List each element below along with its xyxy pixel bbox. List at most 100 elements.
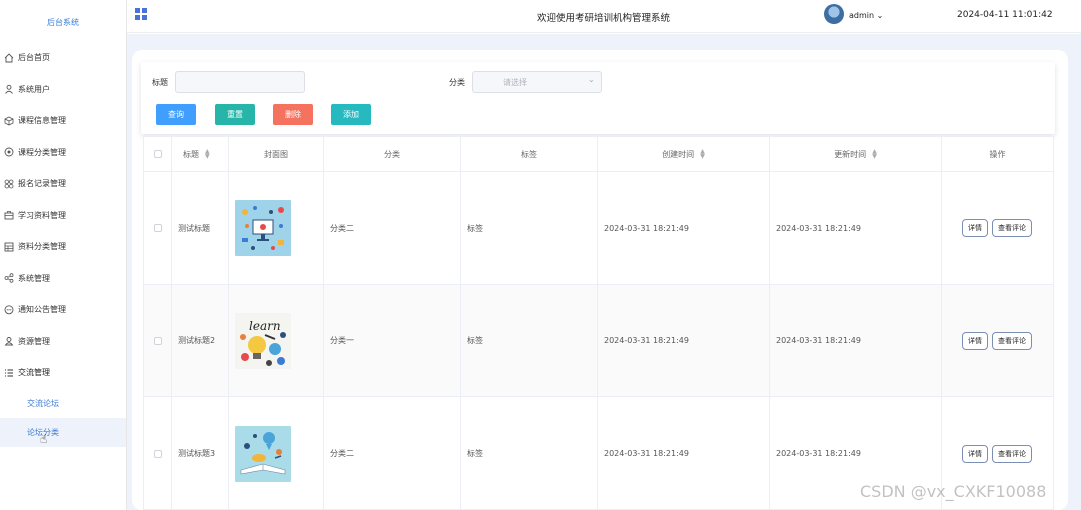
tag-cell: 标签 [461,172,598,284]
sidebar-subitem-forum[interactable]: 交流论坛 [0,389,126,418]
watermark: CSDN @vx_CXKF10088 [860,482,1047,501]
sidebar-item-system[interactable]: 系统管理 [0,263,126,295]
sidebar-item-exchange[interactable]: 交流管理 [0,357,126,389]
title-cell: 测试标题2 [172,285,229,396]
col-created[interactable]: 创建时间 ▲ ▼ [598,137,770,171]
view-comments-button[interactable]: 查看评论 [992,331,1032,350]
sidebar-item-notice[interactable]: 通知公告管理 [0,294,126,326]
brand-title: 后台系统 [47,18,79,27]
updated-cell: 2024-03-31 18:21:49 [770,285,942,396]
col-title[interactable]: 标题 ▲ ▼ [172,137,229,171]
data-table: 标题 ▲ ▼ 封面图 分类 标签 创建时间 ▲ ▼ 更新时间 ▲ ▼ 操作 测试标题 分类二… [143,136,1054,510]
sidebar-item-label: 报名记录管理 [18,179,66,189]
sidebar-item-label: 通知公告管理 [18,305,66,315]
select-all-cell [144,137,172,171]
sidebar-item-home[interactable]: 后台首页 [0,42,126,74]
select-all-checkbox[interactable] [153,150,162,158]
col-cover-label: 封面图 [264,149,288,159]
updated-cell: 2024-03-31 18:21:49 [770,172,942,284]
person-icon [4,336,14,346]
view-comments-button[interactable]: 查看评论 [992,444,1032,463]
actions-cell: 详情 查看评论 [942,285,1053,396]
col-tag: 标签 [461,137,598,171]
delete-button[interactable]: 删除 [273,104,313,125]
menu-toggle-icon[interactable] [135,8,147,20]
cover-image-lettering: learn [249,318,281,333]
table-header: 标题 ▲ ▼ 封面图 分类 标签 创建时间 ▲ ▼ 更新时间 ▲ ▼ 操作 [144,137,1053,172]
created-cell: 2024-03-31 18:21:49 [598,172,770,284]
col-updated[interactable]: 更新时间 ▲ ▼ [770,137,942,171]
view-comments-button[interactable]: 查看评论 [992,219,1032,237]
cover-image [235,425,291,482]
chat-icon [4,305,14,315]
category-cell: 分类二 [324,397,461,510]
avatar[interactable] [824,4,844,24]
cover-image: learn [235,312,291,369]
row-checkbox[interactable] [153,224,162,232]
sidebar-subitem-forum-category[interactable]: 论坛分类 [0,417,126,447]
detail-button[interactable]: 详情 [962,331,988,350]
created-cell: 2024-03-31 18:21:49 [598,285,770,396]
col-actions: 操作 [942,137,1053,171]
sidebar-item-label: 系统管理 [18,273,50,283]
col-created-label: 创建时间 [662,149,695,159]
col-tag-label: 标签 [521,149,537,159]
system-title: 欢迎使用考研培训机构管理系统 [537,13,671,24]
share-icon [4,273,14,283]
title-cell: 测试标题3 [172,397,229,510]
cover-cell [229,172,324,284]
category-cell: 分类一 [324,285,461,396]
sidebar-item-enrollment[interactable]: 报名记录管理 [0,168,126,200]
reset-button[interactable]: 重置 [215,104,255,125]
sort-icon: ▲ ▼ [700,148,705,160]
title-label: 标题 [152,78,168,87]
col-category: 分类 [324,137,461,171]
title-cell: 测试标题 [172,172,229,284]
chevron-down-icon: ⌄ [588,75,595,84]
sidebar-item-label: 资料分类管理 [18,242,66,252]
col-actions-label: 操作 [989,149,1006,159]
sidebar-item-material-category[interactable]: 资料分类管理 [0,231,126,263]
sidebar-item-users[interactable]: 系统用户 [0,74,126,106]
category-placeholder: 请选择 [503,78,527,87]
briefcase-icon [4,210,14,220]
table-icon [4,242,14,252]
sidebar-item-course-info[interactable]: 课程信息管理 [0,105,126,137]
row-checkbox[interactable] [153,336,162,345]
add-button[interactable]: 添加 [331,104,371,125]
tag-cell: 标签 [461,285,598,396]
sidebar-item-study-material[interactable]: 学习资料管理 [0,200,126,232]
category-select[interactable] [472,71,602,93]
grid-icon [4,179,14,189]
col-cover: 封面图 [229,137,324,171]
cube-icon [4,116,14,126]
col-title-label: 标题 [183,149,199,159]
detail-button[interactable]: 详情 [962,219,988,237]
actions-cell: 详情 查看评论 [942,172,1053,284]
col-updated-label: 更新时间 [834,149,867,159]
sidebar-menu: 后台首页 系统用户 课程信息管理 课程分类管理 报名记录管理 学习资料管理 资料… [0,42,126,389]
row-checkbox[interactable] [153,449,162,458]
detail-button[interactable]: 详情 [962,444,988,463]
list-icon [4,368,14,378]
row-select-cell [144,172,172,284]
sidebar-item-course-category[interactable]: 课程分类管理 [0,137,126,169]
table-row: 测试标题2 learn 分类一 标签 2024-03-31 18:21:49 2… [144,285,1053,397]
home-icon [4,53,14,63]
cover-image [235,200,291,256]
target-icon [4,147,14,157]
sidebar: 后台系统 后台首页 系统用户 课程信息管理 课程分类管理 报名记录管理 学习资料… [0,0,127,510]
hand-cursor-icon: ☝ [40,432,48,446]
title-input[interactable] [175,71,305,93]
user-menu[interactable]: admin ⌄ [849,11,883,20]
query-button[interactable]: 查询 [156,104,196,125]
sort-icon: ▲ ▼ [205,148,210,160]
sidebar-item-label: 交流管理 [18,368,50,378]
search-panel: 标题 分类 请选择 ⌄ 查询 重置 删除 添加 [141,62,1055,134]
cover-cell: learn [229,285,324,396]
sort-icon: ▲ ▼ [872,148,877,160]
sidebar-item-label: 学习资料管理 [18,210,66,220]
row-select-cell [144,285,172,396]
col-category-label: 分类 [384,149,400,159]
sidebar-item-resource[interactable]: 资源管理 [0,326,126,358]
